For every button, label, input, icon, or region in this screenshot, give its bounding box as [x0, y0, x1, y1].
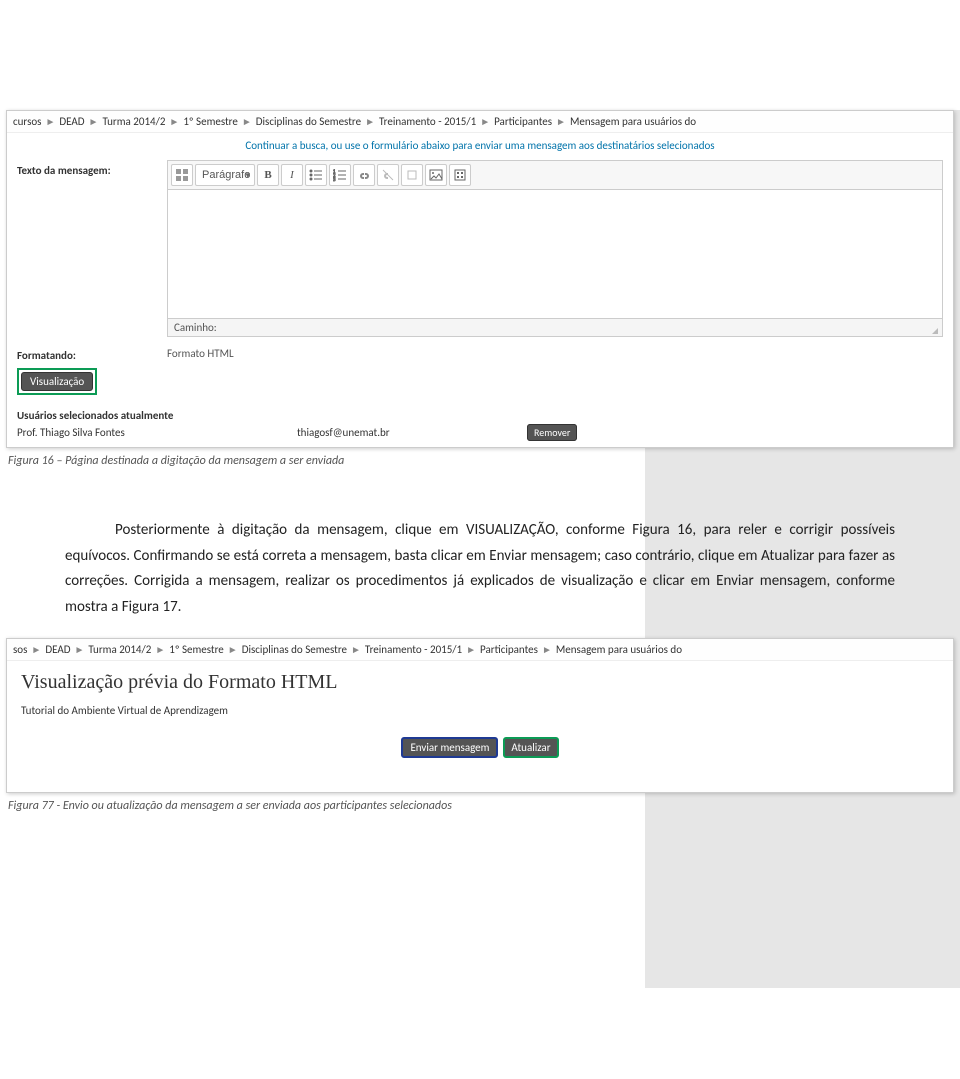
chevron-right-icon: ► — [466, 643, 476, 656]
atualizar-button[interactable]: Atualizar — [503, 737, 558, 758]
formatting-row: Formatando: Formato HTML — [7, 341, 953, 366]
breadcrumb-item[interactable]: 1º Semestre — [183, 115, 238, 128]
toolbar-toggle-icon[interactable] — [171, 164, 193, 186]
breadcrumb-item[interactable]: Participantes — [480, 643, 538, 656]
chevron-right-icon: ► — [89, 115, 99, 128]
breadcrumb-item[interactable]: cursos — [13, 115, 41, 128]
breadcrumb-item[interactable]: Disciplinas do Semestre — [242, 643, 347, 656]
italic-icon[interactable]: I — [281, 164, 303, 186]
figure-17-caption: Figura 77 - Envio ou atualização da mens… — [0, 793, 960, 833]
chevron-right-icon: ► — [242, 115, 252, 128]
remove-button[interactable]: Remover — [527, 424, 577, 441]
unlink-icon[interactable] — [377, 164, 399, 186]
instruction-link[interactable]: Continuar a busca, ou use o formulário a… — [7, 133, 953, 156]
bold-icon[interactable]: B — [257, 164, 279, 186]
figure-16-screenshot: cursos ► DEAD ► Turma 2014/2 ► 1º Semest… — [6, 110, 954, 448]
breadcrumb-item[interactable]: Treinamento - 2015/1 — [365, 643, 462, 656]
breadcrumb-item[interactable]: Disciplinas do Semestre — [256, 115, 361, 128]
selected-users-heading: Usuários selecionados atualmente — [7, 403, 953, 424]
visualizacao-button[interactable]: Visualização — [21, 372, 93, 391]
chevron-right-icon: ► — [155, 643, 165, 656]
breadcrumb-item[interactable]: Turma 2014/2 — [102, 115, 165, 128]
enviar-mensagem-button[interactable]: Enviar mensagem — [401, 737, 498, 758]
breadcrumb-item[interactable]: DEAD — [59, 115, 84, 128]
chevron-right-icon: ► — [169, 115, 179, 128]
document-page: 13 cursos ► DEAD ► Turma 2014/2 ► 1º Sem… — [0, 110, 960, 833]
breadcrumb: sos ► DEAD ► Turma 2014/2 ► 1º Semestre … — [7, 639, 953, 661]
editor-toolbar: Parágrafo B I 123 — [167, 160, 943, 189]
breadcrumb-item[interactable]: DEAD — [45, 643, 70, 656]
bullet-list-icon[interactable] — [305, 164, 327, 186]
breadcrumb-item[interactable]: Participantes — [494, 115, 552, 128]
message-textarea[interactable] — [167, 189, 943, 319]
figure-16-caption: Figura 16 – Página destinada a digitação… — [0, 448, 960, 488]
editor-path-bar: Caminho: — [167, 319, 943, 337]
anchor-icon[interactable] — [401, 164, 423, 186]
preview-content: Tutorial do Ambiente Virtual de Aprendiz… — [21, 704, 939, 717]
user-email: thiagosf@unemat.br — [297, 426, 527, 439]
link-icon[interactable] — [353, 164, 375, 186]
formatting-label: Formatando: — [17, 345, 167, 362]
breadcrumb-item[interactable]: Turma 2014/2 — [88, 643, 151, 656]
svg-text:3: 3 — [333, 178, 336, 182]
chevron-right-icon: ► — [351, 643, 361, 656]
paragraph-style-select[interactable]: Parágrafo — [195, 164, 255, 186]
breadcrumb-item[interactable]: Treinamento - 2015/1 — [379, 115, 476, 128]
breadcrumb: cursos ► DEAD ► Turma 2014/2 ► 1º Semest… — [7, 111, 953, 133]
numbered-list-icon[interactable]: 123 — [329, 164, 351, 186]
body-paragraph: Posteriormente à digitação da mensagem, … — [0, 518, 960, 620]
chevron-right-icon: ► — [45, 115, 55, 128]
message-text-label: Texto da mensagem: — [17, 160, 167, 177]
body-paragraph-text: Posteriormente à digitação da mensagem, … — [65, 518, 895, 620]
chevron-right-icon: ► — [480, 115, 490, 128]
breadcrumb-item[interactable]: 1º Semestre — [169, 643, 224, 656]
user-name: Prof. Thiago Silva Fontes — [17, 426, 297, 439]
user-row: Prof. Thiago Silva Fontes thiagosf@unema… — [7, 424, 953, 447]
action-buttons: Enviar mensagem Atualizar — [7, 727, 953, 792]
figure-17-screenshot: sos ► DEAD ► Turma 2014/2 ► 1º Semestre … — [6, 638, 954, 793]
chevron-right-icon: ► — [542, 643, 552, 656]
chevron-right-icon: ► — [556, 115, 566, 128]
breadcrumb-item[interactable]: sos — [13, 643, 27, 656]
visualizacao-highlight: Visualização — [17, 368, 97, 395]
chevron-right-icon: ► — [365, 115, 375, 128]
media-icon[interactable] — [449, 164, 471, 186]
breadcrumb-item[interactable]: Mensagem para usuários do — [570, 115, 696, 128]
chevron-right-icon: ► — [228, 643, 238, 656]
message-text-row: Texto da mensagem: Parágrafo B I 123 — [7, 156, 953, 341]
chevron-right-icon: ► — [31, 643, 41, 656]
formatting-value: Formato HTML — [167, 345, 943, 360]
breadcrumb-item[interactable]: Mensagem para usuários do — [556, 643, 682, 656]
chevron-right-icon: ► — [74, 643, 84, 656]
image-icon[interactable] — [425, 164, 447, 186]
preview-title: Visualização prévia do Formato HTML — [21, 671, 939, 694]
